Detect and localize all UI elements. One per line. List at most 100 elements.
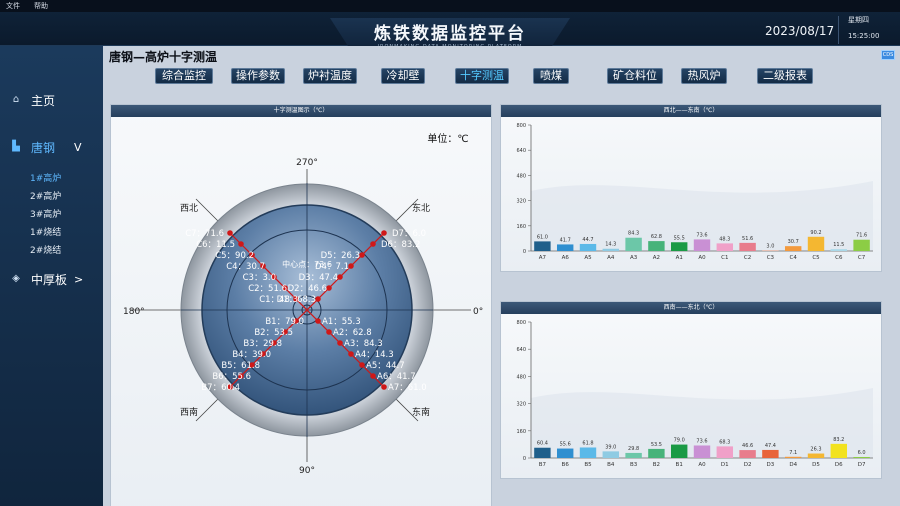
tab-lining-temp[interactable]: 炉衬温度: [303, 68, 357, 84]
x-tick-label-A1: A1: [676, 255, 683, 261]
layers-icon: ◈: [12, 273, 20, 284]
bar-A0: [693, 445, 711, 458]
tab-operation-params[interactable]: 操作参数: [231, 68, 285, 84]
bar-value-label-A0: 73.6: [696, 232, 707, 238]
measurement-label-sw-2: B2：53.5: [254, 328, 293, 338]
measurement-label-se-4: A4：14.3: [355, 350, 394, 360]
sidebar-item-tanggang[interactable]: ▙ 唐钢 V: [0, 135, 103, 159]
y-tick-label: 480: [516, 173, 526, 179]
measurement-point-se-6: [370, 373, 376, 379]
bar-C2: [739, 242, 756, 251]
x-tick-label-A2: A2: [653, 255, 660, 261]
x-tick-label-D5: D5: [812, 462, 820, 468]
measurement-label-se-2: A2：62.8: [333, 328, 372, 338]
bar-A7: [534, 241, 551, 251]
sidebar-item-zhonghouban[interactable]: ◈ 中厚板 >: [0, 267, 103, 291]
x-tick-label-A7: A7: [539, 255, 547, 261]
measurement-label-sw-6: B6：55.6: [212, 372, 251, 382]
measurement-label-ne-3: D3：47.4: [299, 273, 338, 283]
tab-cooling-stave[interactable]: 冷却壁: [381, 68, 425, 84]
direction-nw: 西北: [180, 203, 198, 214]
tab-coal-injection[interactable]: 喷煤: [533, 68, 569, 84]
bar-A6: [556, 244, 574, 251]
cross-temp-diagram: 单位：℃ 270° 0° 90° 180° 西北 东北 西南 东南 中心点：73…: [123, 132, 483, 476]
tab-level2-report[interactable]: 二级报表: [757, 68, 813, 84]
bar-value-label-C4: 30.7: [788, 239, 799, 245]
measurement-point-ne-2: [326, 285, 332, 291]
sidebar-subitem-1-sinter[interactable]: 1#烧结: [30, 225, 61, 238]
measurement-label-sw-7: B7：60.4: [201, 383, 240, 393]
measurement-label-nw-7: C7：71.6: [185, 229, 224, 239]
chevron-down-icon: V: [74, 140, 82, 154]
y-tick-label: 800: [516, 320, 526, 326]
measurement-point-se-1: [315, 318, 321, 324]
bar-B1: [670, 444, 688, 458]
sidebar-subitem-2-sinter[interactable]: 2#烧结: [30, 243, 61, 256]
bar-C7: [853, 239, 870, 251]
x-tick-label-B5: B5: [584, 462, 592, 468]
measurement-label-se-1: A1：55.3: [322, 317, 361, 327]
bar-value-label-B4: 39.0: [605, 444, 616, 450]
sidebar-subitem-1-furnace[interactable]: 1#高炉: [30, 171, 61, 184]
measurement-point-ne-1: [315, 296, 321, 302]
angle-label-0: 0°: [473, 307, 483, 317]
tab-hot-stove[interactable]: 热风炉: [681, 68, 727, 84]
measurement-label-se-6: A6：41.7: [377, 372, 416, 382]
nw-se-chart-panel: 西北——东南（℃） 0 160 320 480 640 800 61.0 A7 41.7 A6 44…: [500, 104, 882, 272]
measurement-label-sw-4: B4：39.0: [232, 350, 271, 360]
bar-B3: [625, 452, 642, 458]
menu-bar: 文件 帮助: [0, 0, 900, 12]
bar-value-label-A7: 61.0: [537, 234, 548, 240]
measurement-point-se-4: [348, 351, 354, 357]
sidebar-item-home[interactable]: ⌂ 主页: [0, 88, 103, 112]
tab-ore-bin-level[interactable]: 矿仓料位: [607, 68, 663, 84]
direction-ne: 东北: [412, 202, 430, 214]
tab-comprehensive[interactable]: 综合监控: [155, 68, 213, 84]
y-tick-label: 480: [516, 374, 526, 380]
title-box: 炼铁数据监控平台 IRONMAKING DATA MONITORING PLAT…: [330, 18, 570, 48]
bar-A4: [602, 248, 620, 251]
x-tick-label-D1: D1: [721, 462, 729, 468]
x-tick-label-B2: B2: [653, 462, 660, 468]
bar-value-label-C2: 51.6: [742, 236, 753, 242]
measurement-label-nw-4: C4：30.7: [226, 262, 265, 272]
x-tick-label-D3: D3: [767, 462, 775, 468]
bar-value-label-C6: 11.5: [833, 242, 844, 248]
bar-value-label-B7: 60.4: [537, 441, 548, 447]
bar-value-label-A6: 41.7: [560, 237, 571, 243]
bar-value-label-C3: 3.0: [766, 244, 774, 250]
bar-C1: [716, 243, 734, 251]
y-tick-label: 320: [516, 402, 526, 408]
header-date: 2023/08/17: [765, 24, 835, 38]
x-tick-label-B7: B7: [539, 462, 547, 468]
menu-help[interactable]: 帮助: [34, 1, 48, 11]
bar-value-label-A1: 55.5: [674, 235, 685, 241]
tab-cross-temp[interactable]: 十字测温: [455, 68, 509, 84]
header-weekday: 星期四: [848, 16, 869, 24]
menu-file[interactable]: 文件: [6, 1, 20, 11]
measurement-point-se-7: [381, 384, 387, 390]
app-title: 炼铁数据监控平台: [374, 24, 526, 44]
measurement-point-se-5: [359, 362, 365, 368]
bar-B4: [602, 451, 620, 458]
x-tick-label-C1: C1: [721, 255, 728, 261]
bar-B7: [534, 447, 551, 458]
angle-label-90: 90°: [299, 466, 315, 476]
sidebar-subitem-2-furnace[interactable]: 2#高炉: [30, 189, 61, 202]
measurement-point-se-2: [326, 329, 332, 335]
bar-value-label-D1: 68.3: [719, 439, 730, 445]
sidebar-subitem-3-furnace[interactable]: 3#高炉: [30, 207, 61, 220]
y-tick-label: 800: [516, 123, 526, 129]
main-area: 唐钢—高炉十字测温 CDS 综合监控 操作参数 炉衬温度 冷却壁 十字测温 喷煤…: [103, 46, 900, 506]
sidebar: ⌂ 主页 ▙ 唐钢 V 1#高炉 2#高炉 3#高炉 1#烧结 2#烧结 ◈ 中…: [0, 46, 103, 506]
measurement-point-ne-4: [348, 263, 354, 269]
measurement-label-ne-5: D5：26.3: [321, 251, 360, 261]
bar-A1: [670, 242, 688, 251]
measurement-label-ne-6: D6：83.2: [381, 240, 420, 250]
bar-value-label-D6: 83.2: [833, 437, 844, 443]
bar-D5: [807, 453, 825, 458]
bar-value-label-B6: 55.6: [560, 442, 571, 448]
y-tick-label: 0: [523, 249, 526, 255]
angle-label-180: 180°: [123, 307, 145, 317]
bar-value-label-B5: 61.8: [582, 440, 593, 446]
